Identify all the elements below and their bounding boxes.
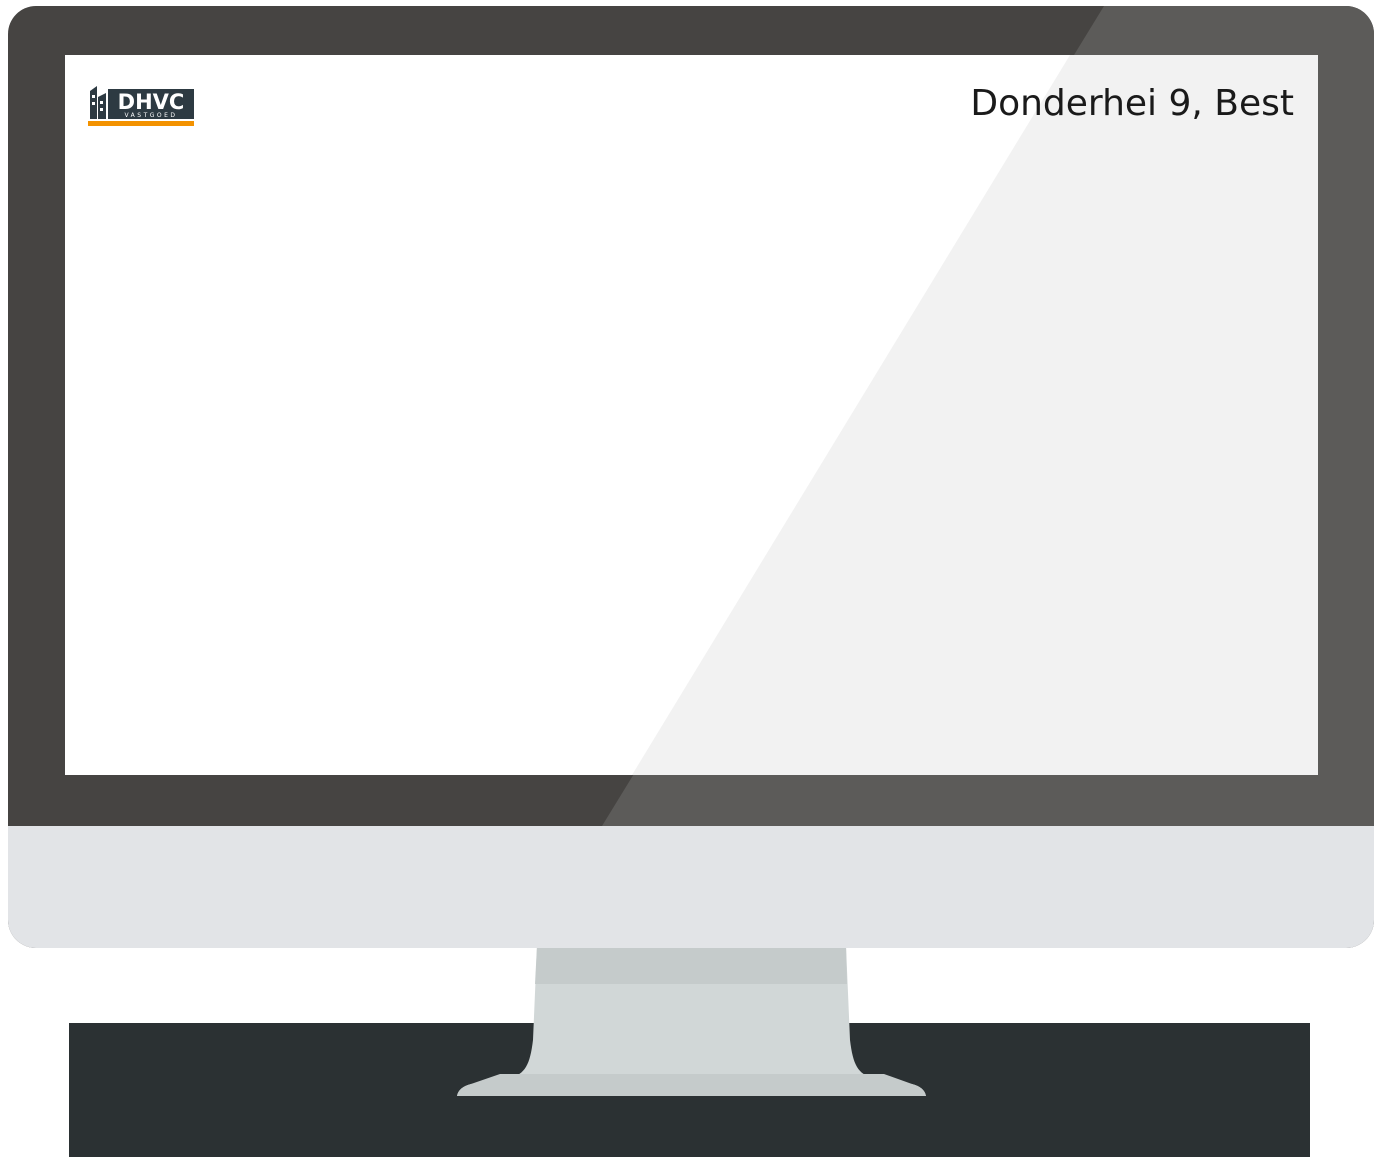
screen: DHVC VASTGOED Donderhei 9, Best xyxy=(65,55,1318,775)
monitor: DHVC VASTGOED Donderhei 9, Best xyxy=(8,6,1374,948)
monitor-chin xyxy=(8,826,1374,948)
svg-text:DHVC: DHVC xyxy=(118,90,185,114)
screen-reflection xyxy=(632,55,1318,775)
building-icon xyxy=(90,86,106,119)
property-address: Donderhei 9, Best xyxy=(970,83,1294,124)
dhvc-vastgoed-logo: DHVC VASTGOED xyxy=(88,86,194,126)
svg-text:VASTGOED: VASTGOED xyxy=(124,112,177,119)
